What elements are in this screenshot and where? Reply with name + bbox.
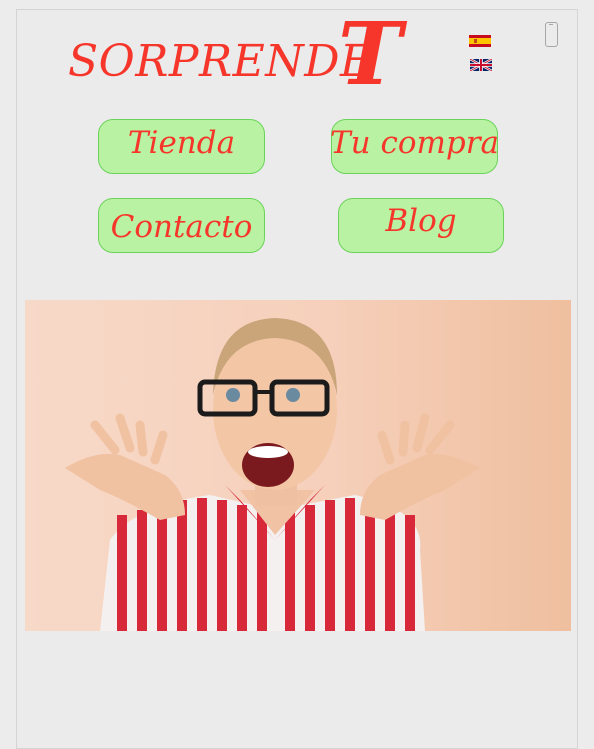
nav-label: Blog — [385, 203, 457, 239]
nav-button-contacto[interactable]: Contacto — [98, 198, 265, 253]
spain-flag-icon[interactable] — [469, 35, 491, 47]
uk-flag-icon[interactable] — [470, 59, 492, 71]
nav-button-tienda[interactable]: Tienda — [98, 119, 265, 174]
nav-label: Tienda — [127, 125, 236, 161]
hero-image — [25, 300, 571, 631]
surprised-woman-illustration — [65, 318, 480, 631]
logo-text: SORPRENDE — [68, 36, 373, 87]
mobile-phone-icon[interactable] — [545, 22, 558, 47]
nav-label: Tu compra — [329, 125, 500, 161]
nav-label: Contacto — [110, 209, 253, 245]
nav-button-tu-compra[interactable]: Tu compra — [329, 119, 500, 174]
nav-button-blog[interactable]: Blog — [338, 198, 504, 253]
logo-accent-letter: T — [338, 4, 402, 105]
